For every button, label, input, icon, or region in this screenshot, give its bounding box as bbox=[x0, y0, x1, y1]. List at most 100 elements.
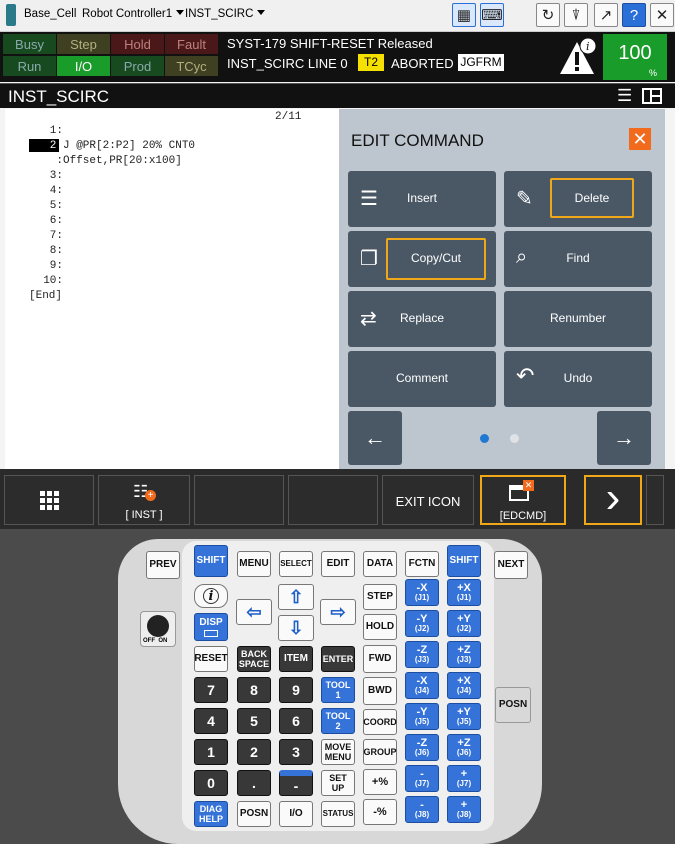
code-line[interactable]: 1: bbox=[5, 125, 63, 137]
arrow-up-key[interactable]: ⇧ bbox=[278, 584, 314, 610]
shift-key-left[interactable]: SHIFT bbox=[194, 545, 228, 577]
next-fkeys-button[interactable]: › bbox=[584, 475, 642, 525]
enter-key[interactable]: ENTER bbox=[321, 646, 355, 672]
plus-percent-key[interactable]: +% bbox=[363, 769, 397, 795]
fwd-key[interactable]: FWD bbox=[363, 645, 397, 673]
enable-switch[interactable]: OFF ON bbox=[140, 611, 176, 647]
code-line[interactable]: 7: bbox=[5, 230, 63, 242]
group-key[interactable]: GROUP bbox=[363, 739, 397, 765]
posn-side-key[interactable]: POSN bbox=[495, 687, 531, 723]
code-line[interactable]: 10: bbox=[5, 275, 63, 287]
tool2-key[interactable]: TOOL 2 bbox=[321, 708, 355, 734]
menu-icon[interactable]: ☰ bbox=[617, 87, 635, 104]
code-line[interactable]: 6: bbox=[5, 215, 63, 227]
keyboard-button[interactable]: ⌨ bbox=[480, 3, 504, 27]
code-line[interactable]: 3: bbox=[5, 170, 63, 182]
key-dot[interactable]: . bbox=[237, 770, 271, 796]
jog-key-plus-5[interactable]: +Y (J5) bbox=[447, 703, 481, 730]
split-view-icon[interactable] bbox=[642, 88, 662, 104]
jog-key-minus-4[interactable]: -X (J4) bbox=[405, 672, 439, 699]
status-key[interactable]: STATUS bbox=[321, 801, 355, 827]
tool1-key[interactable]: TOOL 1 bbox=[321, 677, 355, 703]
f-extra-button[interactable] bbox=[646, 475, 664, 525]
key-8[interactable]: 8 bbox=[237, 677, 271, 703]
comment-button[interactable]: Comment bbox=[348, 351, 496, 407]
code-line[interactable]: 4: bbox=[5, 185, 63, 197]
select-key[interactable]: SELECT bbox=[279, 551, 313, 577]
key-2[interactable]: 2 bbox=[237, 739, 271, 765]
next-page-button[interactable]: → bbox=[597, 411, 651, 465]
jog-key-plus-2[interactable]: +Y (J2) bbox=[447, 610, 481, 637]
key-5[interactable]: 5 bbox=[237, 708, 271, 734]
pendant-view-button[interactable]: ▦ bbox=[452, 3, 476, 27]
arrow-right-key[interactable]: ⇨ bbox=[320, 599, 356, 625]
f3-button[interactable] bbox=[288, 475, 378, 525]
find-button[interactable]: ⌕ Find bbox=[504, 231, 652, 287]
next-key[interactable]: NEXT bbox=[494, 551, 528, 579]
code-line[interactable]: :Offset,PR[20:x100] bbox=[5, 155, 181, 167]
key-minus[interactable]: - bbox=[279, 770, 313, 796]
jog-key-plus-8[interactable]: + (J8) bbox=[447, 796, 481, 823]
jog-key-plus-1[interactable]: +X (J1) bbox=[447, 579, 481, 606]
arrow-down-key[interactable]: ⇩ bbox=[278, 615, 314, 641]
code-line[interactable]: 8: bbox=[5, 245, 63, 257]
robot-icon[interactable]: ⍒ bbox=[564, 3, 588, 27]
move-menu-key[interactable]: MOVE MENU bbox=[321, 739, 355, 765]
prev-key[interactable]: PREV bbox=[146, 551, 180, 579]
program-selector[interactable]: INST_SCIRC bbox=[185, 8, 266, 20]
code-line[interactable]: [End] bbox=[5, 290, 62, 302]
undo-button[interactable]: ↶ Undo bbox=[504, 351, 652, 407]
coord-key[interactable]: COORD bbox=[363, 709, 397, 735]
copy-cut-button[interactable]: ❐ Copy/Cut bbox=[348, 231, 496, 287]
backspace-key[interactable]: BACK SPACE bbox=[237, 646, 271, 672]
jog-key-plus-6[interactable]: +Z (J6) bbox=[447, 734, 481, 761]
item-key[interactable]: ITEM bbox=[279, 646, 313, 672]
bwd-key[interactable]: BWD bbox=[363, 677, 397, 705]
posn-key[interactable]: POSN bbox=[237, 801, 271, 827]
key-3[interactable]: 3 bbox=[279, 739, 313, 765]
key-0[interactable]: 0 bbox=[194, 770, 228, 796]
reset-key[interactable]: RESET bbox=[194, 646, 228, 672]
controller-selector[interactable]: Robot Controller1 bbox=[82, 8, 185, 20]
jog-key-minus-5[interactable]: -Y (J5) bbox=[405, 703, 439, 730]
diag-help-key[interactable]: DIAG HELP bbox=[194, 801, 228, 827]
f2-button[interactable] bbox=[194, 475, 284, 525]
help-icon[interactable]: ? bbox=[622, 3, 646, 27]
f4-exit-icon-button[interactable]: EXIT ICON bbox=[382, 475, 474, 525]
code-line[interactable]: 2:J @PR[2:P2] 20% CNT0 bbox=[5, 140, 195, 152]
menu-grid-button[interactable] bbox=[4, 475, 94, 525]
hold-key[interactable]: HOLD bbox=[363, 614, 397, 640]
jog-key-plus-7[interactable]: + (J7) bbox=[447, 765, 481, 792]
code-line[interactable]: 5: bbox=[5, 200, 63, 212]
share-icon[interactable]: ↗ bbox=[594, 3, 618, 27]
shift-key-right[interactable]: SHIFT bbox=[447, 545, 481, 577]
info-key[interactable]: i bbox=[194, 584, 228, 608]
fctn-key[interactable]: FCTN bbox=[405, 551, 439, 577]
code-line[interactable]: 9: bbox=[5, 260, 63, 272]
override-indicator[interactable]: 100 % bbox=[603, 34, 667, 80]
jog-key-minus-6[interactable]: -Z (J6) bbox=[405, 734, 439, 761]
jog-key-plus-4[interactable]: +X (J4) bbox=[447, 672, 481, 699]
close-icon[interactable]: ✕ bbox=[650, 3, 674, 27]
key-9[interactable]: 9 bbox=[279, 677, 313, 703]
program-editor[interactable]: 2/11 1: 2:J @PR[2:P2] 20% CNT0:Offset,PR[… bbox=[5, 109, 339, 469]
key-1[interactable]: 1 bbox=[194, 739, 228, 765]
prev-page-button[interactable]: ← bbox=[348, 411, 402, 465]
key-6[interactable]: 6 bbox=[279, 708, 313, 734]
close-panel-button[interactable]: ✕ bbox=[629, 128, 651, 150]
cell-selector[interactable]: Base_Cell bbox=[24, 8, 76, 20]
jog-key-plus-3[interactable]: +Z (J3) bbox=[447, 641, 481, 668]
menu-key[interactable]: MENU bbox=[237, 551, 271, 577]
data-key[interactable]: DATA bbox=[363, 551, 397, 577]
insert-button[interactable]: ☰ Insert bbox=[348, 171, 496, 227]
step-key[interactable]: STEP bbox=[363, 584, 397, 610]
edit-key[interactable]: EDIT bbox=[321, 551, 355, 577]
io-key[interactable]: I/O bbox=[279, 801, 313, 827]
jog-key-minus-1[interactable]: -X (J1) bbox=[405, 579, 439, 606]
jog-key-minus-2[interactable]: -Y (J2) bbox=[405, 610, 439, 637]
renumber-button[interactable]: Renumber bbox=[504, 291, 652, 347]
key-7[interactable]: 7 bbox=[194, 677, 228, 703]
jog-key-minus-7[interactable]: - (J7) bbox=[405, 765, 439, 792]
alert-icon[interactable]: i bbox=[556, 36, 598, 78]
refresh-icon[interactable]: ↻ bbox=[536, 3, 560, 27]
